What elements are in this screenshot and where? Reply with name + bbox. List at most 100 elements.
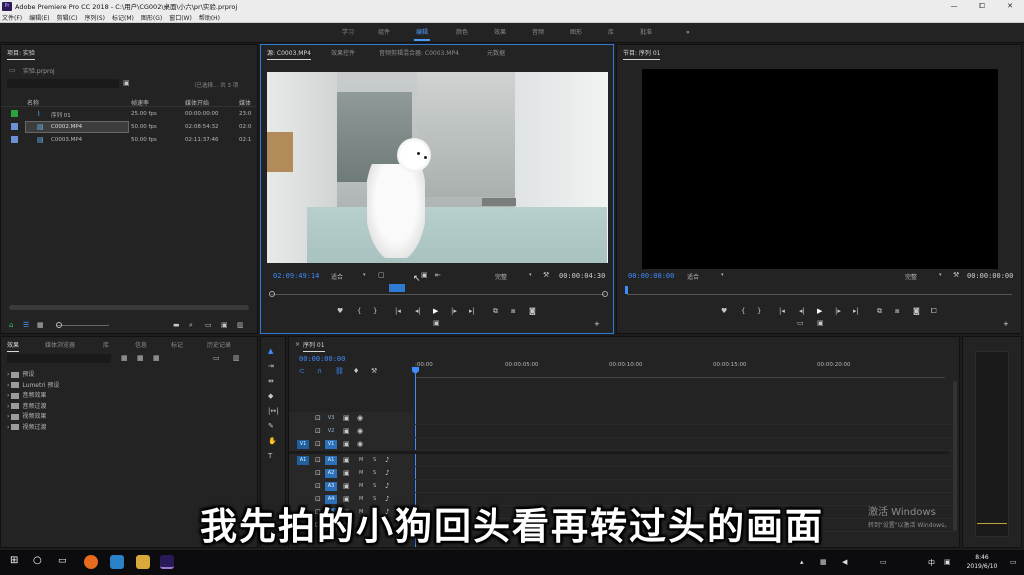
menu-clip[interactable]: 剪辑(C): [57, 13, 78, 22]
trash-icon[interactable]: ▥: [233, 354, 240, 362]
tab-libraries[interactable]: 库: [103, 340, 109, 349]
mark-out-icon[interactable]: }: [757, 307, 761, 315]
marker-icon[interactable]: ♥: [721, 307, 727, 315]
mute-button[interactable]: M: [359, 457, 363, 463]
snap-icon[interactable]: ∩: [317, 367, 322, 375]
maximize-button[interactable]: ⧠: [968, 0, 996, 12]
workspace-assembly[interactable]: 组件: [378, 23, 390, 43]
camera-icon[interactable]: ◙: [913, 307, 920, 315]
program-playhead[interactable]: [625, 286, 628, 294]
menu-window[interactable]: 窗口(W): [169, 13, 192, 22]
minimize-button[interactable]: —: [940, 0, 968, 12]
lock-icon[interactable]: ⌂: [9, 321, 13, 329]
workspace-learn[interactable]: 学习: [342, 23, 354, 43]
wrench-icon[interactable]: ⚒: [543, 271, 549, 279]
lock-icon[interactable]: ⊡: [315, 495, 321, 503]
tray-icon[interactable]: ▴: [800, 558, 804, 566]
list-view-icon[interactable]: ☰: [23, 321, 29, 329]
track-v3[interactable]: ⊡ V3 ▣ ◉: [289, 412, 954, 425]
tab-program[interactable]: 节目: 序列 01: [623, 48, 661, 60]
new-bin-icon[interactable]: ▭: [205, 321, 212, 329]
file-explorer-icon[interactable]: [136, 555, 150, 569]
effects-item-presets[interactable]: › 预设: [7, 370, 59, 381]
linked-selection-icon[interactable]: ⛓: [335, 367, 344, 375]
track-v1[interactable]: V1 ⊡ V1 ▣ ◉: [289, 438, 954, 451]
play-icon[interactable]: ▶: [817, 307, 822, 315]
tab-audio-clip-mixer[interactable]: 音频剪辑混合器: C0003.MP4: [379, 48, 459, 57]
program-timecode[interactable]: 00:00:00:00: [628, 272, 674, 280]
new-item-icon[interactable]: ▣: [221, 321, 228, 329]
track-label[interactable]: V3: [325, 414, 337, 423]
trash-icon[interactable]: ▥: [237, 321, 244, 329]
workspace-effects[interactable]: 效果: [494, 23, 506, 43]
solo-button[interactable]: S: [373, 496, 376, 502]
mark-in-icon[interactable]: {: [357, 307, 361, 315]
windows-start-icon[interactable]: ⊞: [10, 556, 18, 566]
workspace-audio[interactable]: 音频: [532, 23, 544, 43]
chevron-down-icon[interactable]: ▾: [363, 272, 366, 278]
mark-out-icon[interactable]: }: [373, 307, 377, 315]
sync-lock-icon[interactable]: ▣: [343, 456, 350, 464]
tab-effect-controls[interactable]: 效果控件: [331, 48, 355, 57]
program-scrub-bar[interactable]: [627, 294, 1012, 295]
effects-item-video-effects[interactable]: › 视频效果: [7, 412, 59, 423]
play-icon[interactable]: ▶: [433, 307, 438, 315]
notifications-icon[interactable]: ▭: [1010, 558, 1017, 566]
sync-lock-icon[interactable]: ▣: [343, 427, 350, 435]
input-language[interactable]: 中: [928, 558, 935, 568]
timeline-ruler[interactable]: [415, 377, 945, 378]
step-forward-icon[interactable]: |▸: [835, 307, 841, 315]
workspace-editing[interactable]: 编辑: [413, 23, 431, 43]
workspace-more-button[interactable]: »: [686, 23, 690, 43]
mic-icon[interactable]: ♪: [385, 482, 389, 490]
lift-icon[interactable]: ⧉: [877, 307, 882, 315]
32bit-effects-icon[interactable]: ▦: [137, 354, 144, 362]
menu-edit[interactable]: 编辑(E): [29, 13, 49, 22]
source-fit-select[interactable]: 适合: [331, 272, 343, 281]
sync-lock-icon[interactable]: ▣: [343, 440, 350, 448]
effects-item-video-transitions[interactable]: › 视频过渡: [7, 423, 59, 434]
sync-lock-icon[interactable]: ▣: [343, 414, 350, 422]
track-label[interactable]: V1: [325, 440, 337, 449]
safe-margins-icon[interactable]: ▣: [433, 319, 440, 327]
solo-button[interactable]: S: [373, 470, 376, 476]
effects-item-audio-effects[interactable]: › 音频效果: [7, 391, 59, 402]
lock-icon[interactable]: ⊡: [315, 414, 321, 422]
lock-icon[interactable]: ⊡: [315, 469, 321, 477]
source-patch-a1[interactable]: A1: [297, 456, 309, 465]
table-row[interactable]: ▤ C0003.MP4 50.00 fps 02:11:37:46 02:1: [1, 134, 257, 146]
track-a2[interactable]: ⊡ A2 ▣ M S ♪: [289, 467, 954, 480]
battery-icon[interactable]: ▭: [880, 558, 887, 566]
program-fit-select[interactable]: 适合: [687, 272, 699, 281]
mark-in-icon[interactable]: {: [741, 307, 745, 315]
tab-project[interactable]: 项目: 实验: [7, 48, 35, 60]
sync-lock-icon[interactable]: ▣: [343, 495, 350, 503]
source-timecode[interactable]: 02:09:49:14: [273, 272, 319, 280]
close-icon[interactable]: ×: [295, 341, 300, 348]
tab-metadata[interactable]: 元数据: [487, 48, 505, 57]
tab-markers[interactable]: 标记: [171, 340, 183, 349]
icon-view-icon[interactable]: ▦: [37, 321, 44, 329]
track-label[interactable]: A3: [325, 482, 337, 491]
tab-media-browser[interactable]: 媒体浏览器: [45, 340, 75, 349]
menu-help[interactable]: 帮助(H): [199, 13, 220, 22]
playhead-handle[interactable]: [412, 367, 419, 374]
workspace-review[interactable]: 批准: [640, 23, 652, 43]
track-select-icon[interactable]: ⇥: [268, 362, 274, 370]
track-label[interactable]: A4: [325, 495, 337, 504]
app-icon[interactable]: [110, 555, 124, 569]
settings-icon[interactable]: ▢: [378, 271, 385, 279]
menu-marker[interactable]: 标记(M): [112, 13, 134, 22]
step-forward-icon[interactable]: |▸: [451, 307, 457, 315]
chevron-down-icon[interactable]: ▾: [529, 272, 532, 278]
zoom-slider-handle[interactable]: [56, 322, 62, 328]
add-marker-icon[interactable]: ♦: [353, 367, 359, 375]
menu-sequence[interactable]: 序列(S): [85, 13, 106, 22]
solo-button[interactable]: S: [373, 483, 376, 489]
add-button-icon[interactable]: +: [594, 320, 600, 328]
solo-button[interactable]: S: [373, 457, 376, 463]
col-framerate[interactable]: 帧速率: [131, 98, 149, 107]
premiere-taskbar-icon[interactable]: [160, 555, 174, 569]
yuv-effects-icon[interactable]: ▦: [153, 354, 160, 362]
source-quality-select[interactable]: 完整: [495, 272, 507, 281]
